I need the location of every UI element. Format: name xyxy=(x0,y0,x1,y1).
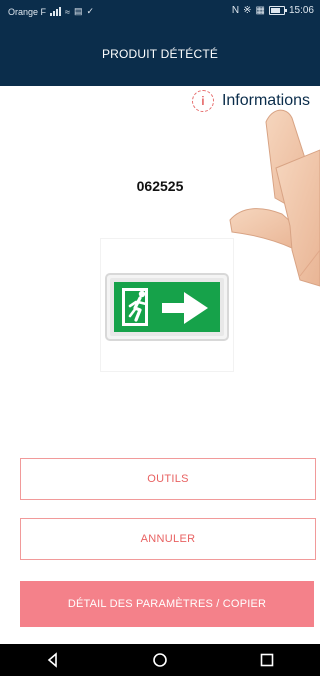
informations-link[interactable]: i Informations xyxy=(191,90,310,112)
status-right: N ※ ▦ 71 15:06 xyxy=(232,5,314,16)
recents-icon[interactable] xyxy=(259,652,275,668)
status-bar: Orange F ≈ ▤ ✓ N ※ ▦ 71 15:06 xyxy=(0,0,320,22)
informations-label: Informations xyxy=(221,92,310,109)
carrier-name: Orange F xyxy=(8,6,47,17)
data-icon: ▤ xyxy=(73,6,83,16)
cancel-button[interactable]: ANNULER xyxy=(20,518,316,560)
app-bar: PRODUIT DÉTÉCTÉ xyxy=(0,22,320,86)
back-icon[interactable] xyxy=(45,652,61,668)
home-icon[interactable] xyxy=(152,652,168,668)
battery-icon xyxy=(268,6,287,15)
nfc-icon: N xyxy=(231,5,240,16)
status-left: Orange F ≈ ▤ ✓ xyxy=(8,6,94,17)
bluetooth-icon: ※ xyxy=(243,5,252,16)
parameters-detail-copy-button[interactable]: DÉTAIL DES PARAMÈTRES / COPIER xyxy=(20,581,314,627)
signal-icon xyxy=(50,7,62,16)
product-code: 062525 xyxy=(136,178,184,194)
vibrate-icon: ▦ xyxy=(255,5,265,16)
download-check-icon: ✓ xyxy=(86,6,95,16)
page-title: PRODUIT DÉTÉCTÉ xyxy=(101,47,219,61)
tools-button[interactable]: OUTILS xyxy=(20,458,316,500)
wifi-icon: ≈ xyxy=(65,6,70,17)
system-nav-bar xyxy=(0,644,320,676)
product-image xyxy=(100,238,234,372)
exit-sign-icon xyxy=(105,273,229,341)
info-icon: i xyxy=(191,90,214,112)
clock: 15:06 xyxy=(288,5,314,16)
